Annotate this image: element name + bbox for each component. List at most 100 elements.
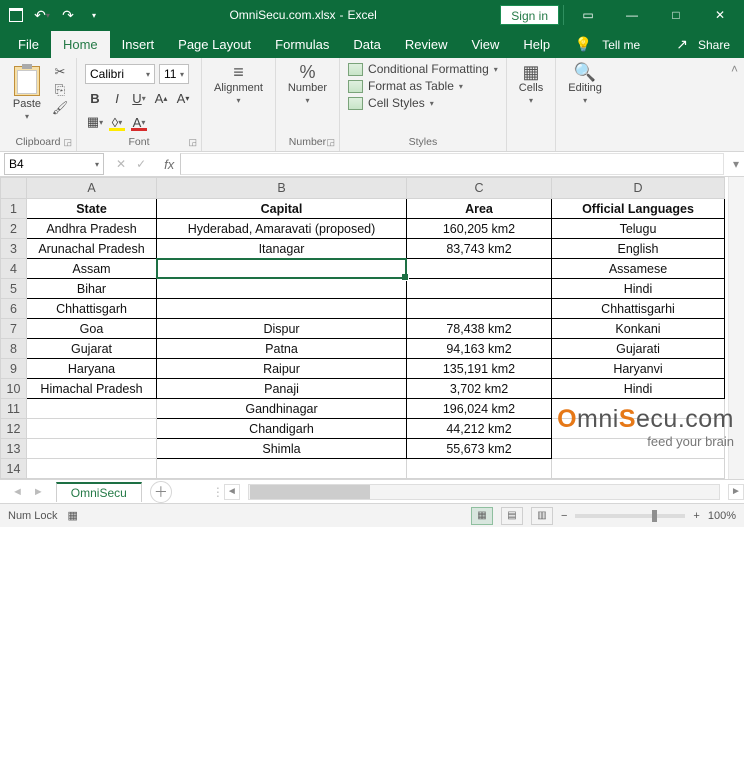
- row-header[interactable]: 7: [1, 319, 27, 339]
- sheet-nav-next-icon[interactable]: ►: [33, 486, 44, 498]
- name-box[interactable]: B4▾: [4, 153, 104, 175]
- cancel-icon[interactable]: ✕: [116, 157, 126, 171]
- cell[interactable]: 83,743 km2: [407, 239, 552, 259]
- paste-button[interactable]: Paste ▾: [8, 62, 46, 123]
- cell[interactable]: [407, 259, 552, 279]
- cell[interactable]: [157, 279, 407, 299]
- cells-button[interactable]: ▦ Cells▾: [515, 62, 547, 107]
- ribbon-display-options-icon[interactable]: ▭: [568, 0, 608, 30]
- editing-button[interactable]: 🔍 Editing▾: [564, 62, 606, 107]
- cell[interactable]: Capital: [157, 199, 407, 219]
- clipboard-launcher-icon[interactable]: ◲: [63, 137, 72, 148]
- undo-icon[interactable]: ↶▾: [30, 3, 54, 27]
- cell[interactable]: [27, 419, 157, 439]
- cell[interactable]: [407, 299, 552, 319]
- cell[interactable]: Chhattisgarhi: [552, 299, 725, 319]
- cell[interactable]: [157, 459, 407, 479]
- format-as-table-button[interactable]: Format as Table▾: [348, 79, 498, 93]
- number-launcher-icon[interactable]: ◲: [327, 137, 336, 148]
- cell[interactable]: 160,205 km2: [407, 219, 552, 239]
- cell[interactable]: 135,191 km2: [407, 359, 552, 379]
- column-header[interactable]: A: [27, 178, 157, 199]
- column-header[interactable]: B: [157, 178, 407, 199]
- font-launcher-icon[interactable]: ◲: [188, 137, 197, 148]
- cell[interactable]: Gujarat: [27, 339, 157, 359]
- cell[interactable]: [407, 459, 552, 479]
- cell[interactable]: Panaji: [157, 379, 407, 399]
- sign-in-button[interactable]: Sign in: [500, 5, 559, 25]
- maximize-icon[interactable]: □: [656, 0, 696, 30]
- cell[interactable]: Gandhinagar: [157, 399, 407, 419]
- cell[interactable]: Chhattisgarh: [27, 299, 157, 319]
- normal-view-button[interactable]: ▦: [471, 507, 493, 525]
- cell[interactable]: Himachal Pradesh: [27, 379, 157, 399]
- cell[interactable]: [407, 279, 552, 299]
- scroll-left-icon[interactable]: ◄: [224, 484, 240, 500]
- cell[interactable]: [552, 419, 725, 439]
- cell[interactable]: Goa: [27, 319, 157, 339]
- row-header[interactable]: 11: [1, 399, 27, 419]
- row-header[interactable]: 9: [1, 359, 27, 379]
- scroll-right-icon[interactable]: ►: [728, 484, 744, 500]
- cell[interactable]: Hindi: [552, 379, 725, 399]
- cell[interactable]: Bihar: [27, 279, 157, 299]
- bold-button[interactable]: B: [85, 88, 105, 108]
- zoom-slider[interactable]: [575, 514, 685, 518]
- cell[interactable]: Itanagar: [157, 239, 407, 259]
- cell-styles-button[interactable]: Cell Styles▾: [348, 96, 498, 110]
- cell[interactable]: Raipur: [157, 359, 407, 379]
- qat-customize-icon[interactable]: ▾: [82, 3, 106, 27]
- cell[interactable]: State: [27, 199, 157, 219]
- cell[interactable]: Hindi: [552, 279, 725, 299]
- row-header[interactable]: 12: [1, 419, 27, 439]
- share-button[interactable]: Share: [698, 38, 730, 52]
- cell[interactable]: 94,163 km2: [407, 339, 552, 359]
- row-header[interactable]: 8: [1, 339, 27, 359]
- cell[interactable]: [27, 399, 157, 419]
- number-button[interactable]: % Number ▾: [284, 62, 331, 107]
- cell[interactable]: Official Languages: [552, 199, 725, 219]
- row-header[interactable]: 5: [1, 279, 27, 299]
- page-layout-view-button[interactable]: ▤: [501, 507, 523, 525]
- new-sheet-button[interactable]: ＋: [150, 481, 172, 503]
- cell[interactable]: [27, 439, 157, 459]
- cell[interactable]: English: [552, 239, 725, 259]
- cell[interactable]: 3,702 km2: [407, 379, 552, 399]
- save-icon[interactable]: [4, 3, 28, 27]
- format-painter-icon[interactable]: 🖌: [52, 100, 68, 116]
- cell[interactable]: Patna: [157, 339, 407, 359]
- column-header[interactable]: D: [552, 178, 725, 199]
- cell[interactable]: Dispur: [157, 319, 407, 339]
- fx-icon[interactable]: fx: [154, 157, 180, 172]
- cell[interactable]: 44,212 km2: [407, 419, 552, 439]
- row-header[interactable]: 6: [1, 299, 27, 319]
- cell[interactable]: Hyderabad, Amaravati (proposed): [157, 219, 407, 239]
- cell[interactable]: Gujarati: [552, 339, 725, 359]
- horizontal-scrollbar[interactable]: [248, 484, 720, 500]
- cell[interactable]: Assamese: [552, 259, 725, 279]
- expand-formula-bar-icon[interactable]: ▾: [728, 157, 744, 171]
- tell-me-button[interactable]: Tell me: [602, 38, 640, 52]
- tab-formulas[interactable]: Formulas: [263, 31, 341, 58]
- zoom-level[interactable]: 100%: [708, 510, 736, 522]
- row-header[interactable]: 2: [1, 219, 27, 239]
- sheet-tab[interactable]: OmniSecu: [56, 482, 142, 502]
- font-name-select[interactable]: Calibri▾: [85, 64, 155, 84]
- page-break-view-button[interactable]: ▥: [531, 507, 553, 525]
- tab-data[interactable]: Data: [341, 31, 392, 58]
- row-header[interactable]: 1: [1, 199, 27, 219]
- close-icon[interactable]: ✕: [700, 0, 740, 30]
- tab-insert[interactable]: Insert: [110, 31, 167, 58]
- cell[interactable]: Haryanvi: [552, 359, 725, 379]
- fill-color-button[interactable]: ◊▾: [107, 112, 127, 132]
- minimize-icon[interactable]: —: [612, 0, 652, 30]
- cell[interactable]: 55,673 km2: [407, 439, 552, 459]
- conditional-formatting-button[interactable]: Conditional Formatting▾: [348, 62, 498, 76]
- cell[interactable]: Area: [407, 199, 552, 219]
- row-header[interactable]: 3: [1, 239, 27, 259]
- cell[interactable]: Arunachal Pradesh: [27, 239, 157, 259]
- underline-button[interactable]: U▾: [129, 88, 149, 108]
- formula-input[interactable]: [180, 153, 724, 175]
- alignment-button[interactable]: ≡ Alignment ▾: [210, 62, 267, 107]
- zoom-out-button[interactable]: −: [561, 510, 567, 522]
